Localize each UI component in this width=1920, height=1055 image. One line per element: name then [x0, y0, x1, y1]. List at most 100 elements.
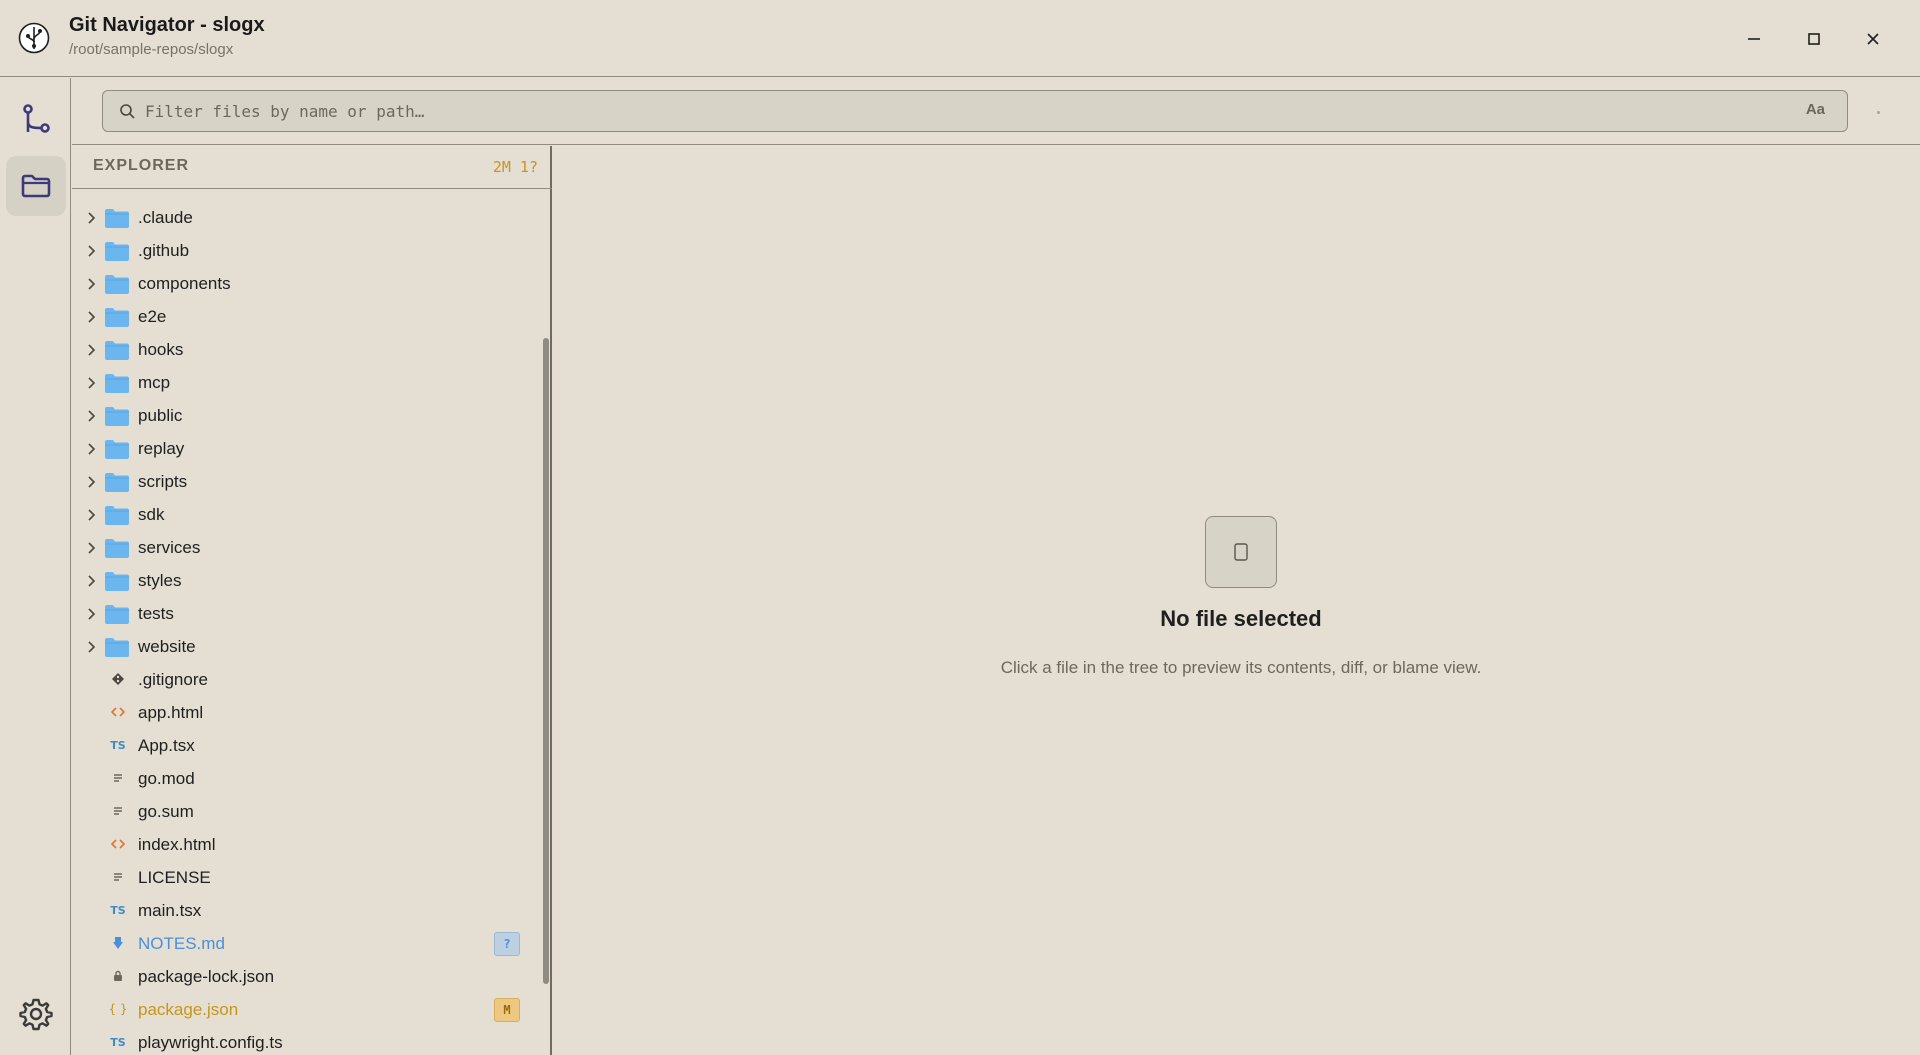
folder-row[interactable]: website	[72, 630, 538, 663]
folder-icon	[105, 407, 129, 426]
folder-row[interactable]: styles	[72, 564, 538, 597]
match-case-toggle[interactable]: Aa	[1806, 101, 1825, 118]
chevron-right-icon[interactable]	[84, 211, 98, 225]
folder-row[interactable]: tests	[72, 597, 538, 630]
folder-icon	[105, 539, 129, 558]
git-branch-icon	[23, 104, 50, 133]
chevron-right-icon[interactable]	[84, 244, 98, 258]
chevron-right-icon[interactable]	[84, 376, 98, 390]
file-name: LICENSE	[138, 868, 211, 887]
maximize-button[interactable]	[1797, 22, 1831, 56]
folder-icon	[105, 473, 129, 492]
minimize-button[interactable]	[1737, 22, 1771, 56]
folder-name: styles	[138, 571, 182, 590]
text-lines-icon	[107, 801, 129, 821]
scroll-thumb[interactable]	[543, 338, 549, 984]
folder-icon	[105, 572, 129, 591]
minimize-icon	[1748, 38, 1760, 40]
chevron-right-icon[interactable]	[84, 508, 98, 522]
folder-name: services	[138, 538, 201, 557]
folder-row[interactable]: mcp	[72, 366, 538, 399]
filter-bar: Aa	[72, 78, 1920, 145]
folder-name: tests	[138, 604, 174, 623]
folder-icon	[105, 308, 129, 327]
settings-button[interactable]	[6, 984, 66, 1044]
explorer-header: EXPLORER 2M 1?	[72, 146, 552, 189]
chevron-right-icon[interactable]	[84, 607, 98, 621]
folder-icon	[105, 242, 129, 261]
ts-icon: TS	[110, 903, 126, 917]
filter-field[interactable]: Aa	[102, 90, 1848, 132]
explorer-title: EXPLORER	[93, 157, 190, 174]
folder-row[interactable]: components	[72, 267, 538, 300]
file-row[interactable]: { } package.json M	[72, 993, 538, 1026]
file-row[interactable]: TS App.tsx	[72, 729, 538, 762]
explorer-button[interactable]	[6, 156, 66, 216]
file-row[interactable]: TS main.tsx	[72, 894, 538, 927]
chevron-right-icon[interactable]	[84, 310, 98, 324]
folder-row[interactable]: .claude	[72, 201, 538, 234]
text-lines-icon	[107, 867, 129, 887]
markdown-icon	[107, 933, 129, 953]
chevron-right-icon[interactable]	[84, 475, 98, 489]
folder-row[interactable]: services	[72, 531, 538, 564]
folder-icon	[105, 209, 129, 228]
repo-path: /root/sample-repos/slogx	[69, 41, 234, 58]
file-row[interactable]: go.mod	[72, 762, 538, 795]
close-icon	[1867, 33, 1879, 45]
folder-name: e2e	[138, 307, 167, 326]
file-row[interactable]: package-lock.json	[72, 960, 538, 993]
folder-icon	[21, 174, 51, 198]
chevron-right-icon[interactable]	[84, 343, 98, 357]
html-icon	[107, 834, 129, 854]
title-bar: Git Navigator - slogx /root/sample-repos…	[0, 0, 1920, 77]
folder-row[interactable]: hooks	[72, 333, 538, 366]
file-row[interactable]: go.sum	[72, 795, 538, 828]
folder-icon	[105, 638, 129, 657]
chevron-right-icon[interactable]	[84, 640, 98, 654]
git-graph-button[interactable]	[6, 89, 66, 149]
folder-name: .github	[138, 241, 190, 260]
file-row[interactable]: NOTES.md?	[72, 927, 538, 960]
ts-icon: TS	[110, 738, 126, 752]
json-icon: { }	[108, 1002, 128, 1016]
file-row[interactable]: TS playwright.config.ts	[72, 1026, 538, 1055]
folder-row[interactable]: e2e	[72, 300, 538, 333]
empty-state-title: No file selected	[1160, 606, 1322, 631]
folder-row[interactable]: scripts	[72, 465, 538, 498]
folder-row[interactable]: .github	[72, 234, 538, 267]
file-row[interactable]: LICENSE	[72, 861, 538, 894]
chevron-right-icon[interactable]	[84, 277, 98, 291]
explorer-scrollbar[interactable]	[538, 190, 552, 1055]
folder-name: public	[138, 406, 183, 425]
folder-name: .claude	[138, 208, 193, 227]
chevron-right-icon[interactable]	[84, 574, 98, 588]
folder-icon	[105, 275, 129, 294]
git-status-badge: M	[494, 998, 520, 1022]
folder-row[interactable]: public	[72, 399, 538, 432]
folder-row[interactable]: sdk	[72, 498, 538, 531]
ts-icon: TS	[110, 1035, 126, 1049]
folder-icon	[105, 440, 129, 459]
chevron-right-icon[interactable]	[84, 541, 98, 555]
folder-row[interactable]: replay	[72, 432, 538, 465]
file-row[interactable]: app.html	[72, 696, 538, 729]
file-tree: .claude .github components e2e hooks mcp publi…	[72, 190, 538, 1055]
file-row[interactable]: index.html	[72, 828, 538, 861]
gear-icon	[19, 998, 53, 1031]
text-lines-icon	[107, 768, 129, 788]
folder-name: mcp	[138, 373, 171, 392]
html-icon	[107, 702, 129, 722]
file-name: NOTES.md	[138, 934, 225, 953]
chevron-right-icon[interactable]	[84, 442, 98, 456]
file-name: go.sum	[138, 802, 194, 821]
folder-icon	[105, 605, 129, 624]
file-name: package-lock.json	[138, 967, 275, 986]
chevron-right-icon[interactable]	[84, 409, 98, 423]
file-row[interactable]: .gitignore	[72, 663, 538, 696]
file-name: main.tsx	[138, 901, 202, 920]
close-button[interactable]	[1856, 22, 1890, 56]
change-summary: 2M 1?	[492, 158, 538, 176]
preview-pane: No file selected Click a file in the tre…	[553, 146, 1920, 1055]
filter-input[interactable]	[145, 91, 1745, 131]
